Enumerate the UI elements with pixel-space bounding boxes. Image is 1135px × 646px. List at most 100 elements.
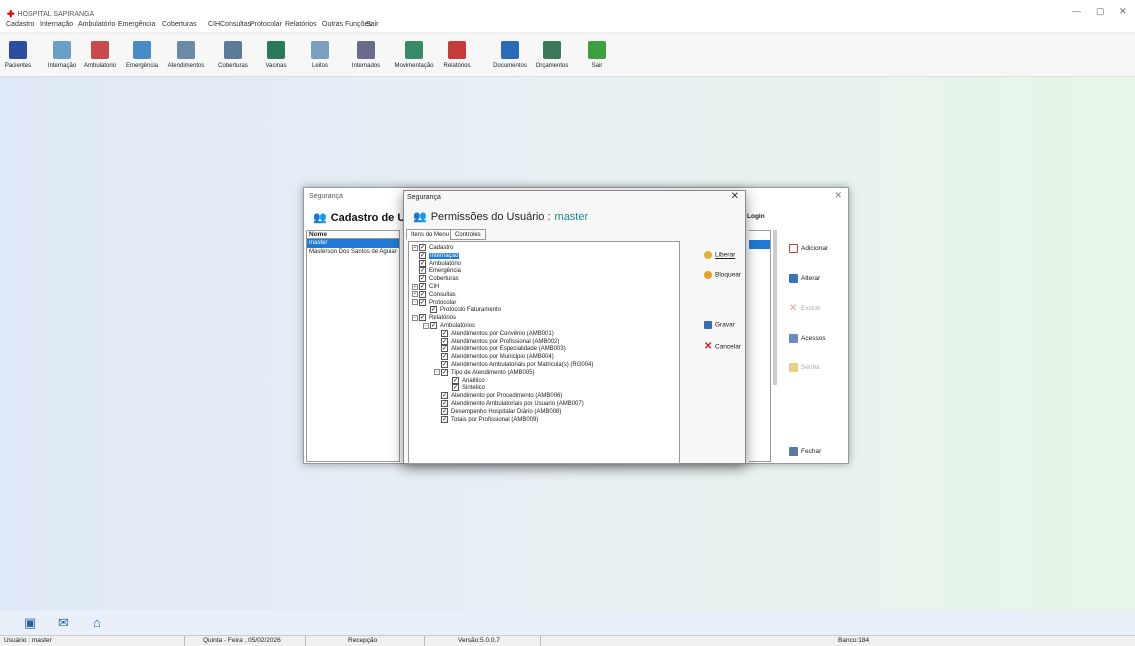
menu-coberturas[interactable]: Coberturas — [162, 21, 197, 28]
toolbar-emergencia-button[interactable]: Emergência — [121, 41, 163, 69]
permission-checkbox[interactable]: ✓ — [441, 353, 448, 361]
permission-checkbox[interactable]: ✓ — [419, 267, 426, 275]
column-header-login[interactable]: Login — [747, 213, 765, 220]
toolbar-vacinas-button[interactable]: Vacinas — [255, 41, 297, 69]
toolbar-internados-button[interactable]: Internados — [345, 41, 387, 69]
toolbar-pacientes-button[interactable]: Pacientes — [0, 41, 39, 69]
senha-button[interactable]: Senha — [789, 363, 820, 372]
toolbar-relatorios-button[interactable]: Relatórios — [436, 41, 478, 69]
permission-checkbox[interactable]: ✓ — [441, 345, 448, 353]
toolbar-ambulatorio-button[interactable]: Ambulatorio — [79, 41, 121, 69]
menu-sair[interactable]: Sair — [366, 21, 378, 28]
expand-icon[interactable]: + — [412, 291, 418, 298]
menu-cadastro[interactable]: Cadastro — [6, 21, 34, 28]
toolbar-atendimentos-button[interactable]: Atendimentos — [165, 41, 207, 69]
adicionar-button[interactable]: Adicionar — [789, 244, 828, 253]
menu-interna-o[interactable]: Internação — [40, 21, 73, 28]
column-header-nome[interactable]: Nome — [307, 231, 399, 239]
close-app-button[interactable]: ✕ — [1119, 6, 1127, 17]
close-dialog-button[interactable]: ✕ — [731, 191, 739, 202]
tree-item[interactable]: ✓ Atendimentos por Especialidade (AMB003) — [434, 345, 566, 353]
tree-item[interactable]: ✓ Atendimentos Ambulatoriais por Matricul… — [434, 361, 593, 369]
toolbar-documentos-button[interactable]: Documentos — [489, 41, 531, 69]
table-row[interactable]: master — [307, 239, 399, 248]
gift-icon[interactable]: ⌂ — [93, 615, 101, 630]
collapse-icon[interactable]: − — [423, 322, 429, 329]
permission-checkbox[interactable]: ✓ — [419, 259, 426, 267]
menu-emerg-ncia[interactable]: Emergência — [118, 21, 155, 28]
menu-outras-fun-es[interactable]: Outras Funções — [322, 21, 372, 28]
acessos-button[interactable]: Acessos — [789, 334, 826, 343]
permission-checkbox[interactable]: ✓ — [419, 314, 426, 322]
alterar-button[interactable]: Alterar — [789, 274, 820, 283]
permission-checkbox[interactable]: ✓ — [441, 337, 448, 345]
scrollbar[interactable] — [773, 230, 777, 385]
permission-checkbox[interactable]: ✓ — [419, 283, 426, 290]
tree-item[interactable]: − ✓ Protocolar — [412, 298, 456, 307]
gravar-button[interactable]: Gravar — [704, 321, 735, 329]
permission-checkbox[interactable]: ✓ — [441, 400, 448, 407]
tree-item[interactable]: + ✓ Consultas — [412, 290, 456, 299]
menu-relat-rios[interactable]: Relatórios — [285, 21, 317, 28]
bloquear-button[interactable]: Bloquear — [704, 271, 741, 279]
tree-item[interactable]: ✓ Desempenho Hospitalar Diário (AMB008) — [434, 407, 561, 416]
menu-ambulat-rio[interactable]: Ambulatório — [78, 21, 115, 28]
permission-checkbox[interactable]: ✓ — [419, 244, 426, 251]
tree-item[interactable]: + ✓ CIH — [412, 283, 439, 291]
excluir-button[interactable]: ✕ Excluir — [789, 304, 821, 314]
wa-icon[interactable]: ▣ — [24, 615, 36, 631]
toolbar-coberturas-button[interactable]: Coberturas — [212, 41, 254, 69]
expand-icon[interactable]: + — [412, 244, 418, 251]
tree-item[interactable]: ✓ Atendimentos por Convênio (AMB001) — [434, 329, 554, 338]
permission-checkbox[interactable]: ✓ — [441, 392, 448, 400]
close-window-button[interactable]: ✕ — [834, 190, 842, 201]
table-row[interactable]: Masterson Dos Santos de Aguiar — [307, 248, 399, 257]
collapse-icon[interactable]: − — [434, 369, 440, 376]
tree-item[interactable]: − ✓ Ambulatórios — [423, 322, 475, 330]
toolbar-sair-button[interactable]: Sair — [576, 41, 618, 69]
cancelar-button[interactable]: ✕ Cancelar — [704, 342, 741, 352]
permission-checkbox[interactable]: ✓ — [419, 275, 426, 283]
minimize-button[interactable]: — — [1072, 6, 1081, 16]
tree-item[interactable]: ✓ Coberturas — [412, 275, 459, 283]
permission-checkbox[interactable]: ✓ — [441, 415, 448, 423]
tree-item[interactable]: ✓ Sintetico — [445, 384, 485, 392]
tree-item[interactable]: ✓ Analitico — [445, 376, 485, 385]
tree-item[interactable]: ✓ Atendimento Ambulatoriais por Usuario (… — [434, 400, 584, 408]
permission-checkbox[interactable]: ✓ — [419, 251, 426, 259]
toolbar-internacao-button[interactable]: Internação — [41, 41, 83, 69]
fechar-button[interactable]: Fechar — [789, 447, 821, 456]
tree-item[interactable]: ✓ Atendimentos por Municipio (AMB004) — [434, 353, 554, 361]
permission-checkbox[interactable]: ✓ — [430, 306, 437, 314]
permission-checkbox[interactable]: ✓ — [441, 361, 448, 368]
tree-item[interactable]: ✓ Internação — [412, 251, 460, 260]
tree-item[interactable]: ✓ Atendimentos por Profissional (AMB002) — [434, 337, 559, 346]
tree-item[interactable]: ✓ Protocolo Faturamento — [423, 306, 501, 314]
menu-consultas[interactable]: Consultas — [220, 21, 251, 28]
permission-checkbox[interactable]: ✓ — [419, 290, 426, 298]
permission-checkbox[interactable]: ✓ — [441, 329, 448, 337]
tree-item[interactable]: ✓ Emergência — [412, 267, 461, 275]
tree-item[interactable]: − ✓ Tipo de Atendimento (AMB005) — [434, 368, 535, 377]
expand-icon[interactable]: + — [412, 283, 418, 290]
tree-item[interactable]: ✓ Totais por Profissional (AMB009) — [434, 415, 538, 424]
tree-item[interactable]: ✓ Ambulatório — [412, 259, 461, 268]
permission-checkbox[interactable]: ✓ — [419, 298, 426, 306]
collapse-icon[interactable]: − — [412, 299, 418, 306]
tree-item[interactable]: − ✓ Relatórios — [412, 314, 456, 322]
tree-item[interactable]: ✓ Atendimento por Procedimento (AMB006) — [434, 392, 562, 400]
toolbar-leitos-button[interactable]: Leitos — [299, 41, 341, 69]
mail-icon[interactable]: ✉ — [58, 615, 69, 631]
users-grid-login-column[interactable] — [749, 230, 771, 462]
permission-checkbox[interactable]: ✓ — [441, 407, 448, 415]
collapse-icon[interactable]: − — [412, 314, 418, 321]
maximize-button[interactable]: ▢ — [1096, 6, 1105, 17]
liberar-button[interactable]: Liberar — [704, 251, 735, 259]
tree-item[interactable]: + ✓ Cadastro — [412, 244, 453, 252]
menu-protocolar[interactable]: Protocolar — [250, 21, 282, 28]
permission-checkbox[interactable]: ✓ — [441, 368, 448, 376]
tab-itens-do-menu[interactable]: Itens do Menu — [406, 229, 455, 240]
toolbar-movimentacao-button[interactable]: Movimentação — [393, 41, 435, 69]
toolbar-orcamentos-button[interactable]: Orçamentos — [531, 41, 573, 69]
menu-cih[interactable]: CIH — [208, 21, 220, 28]
